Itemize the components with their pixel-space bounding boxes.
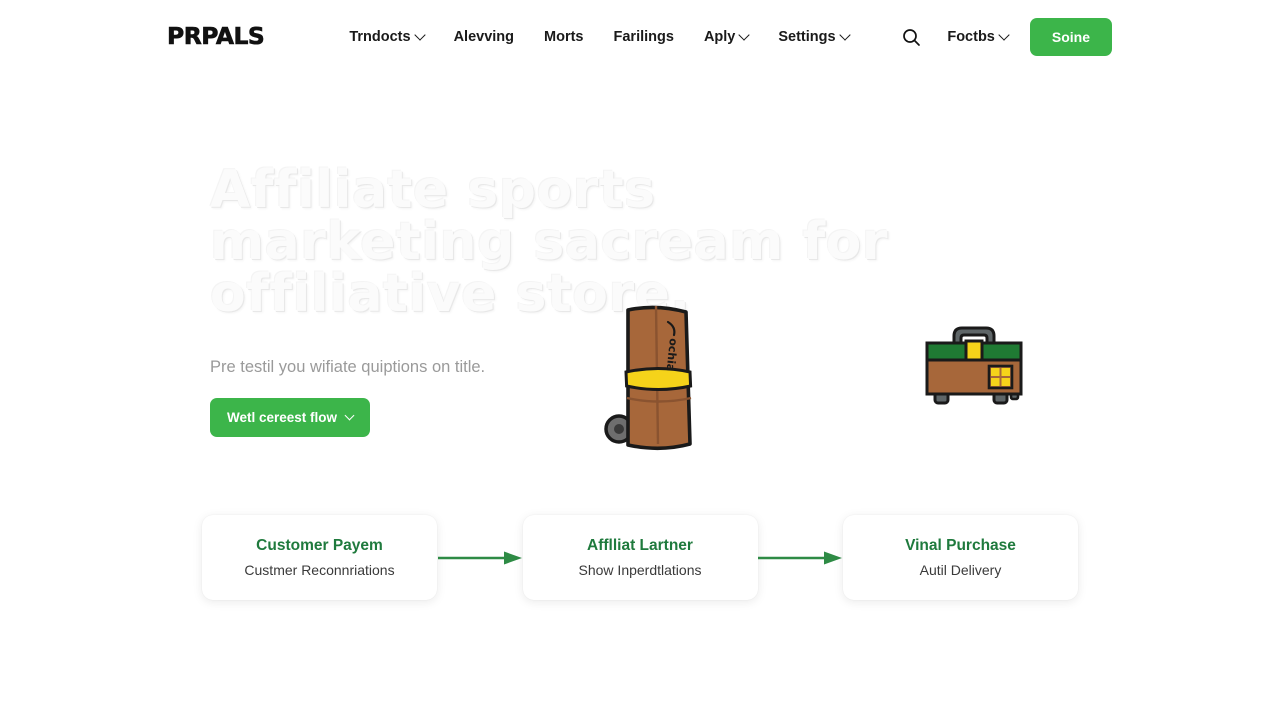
brand-logo[interactable]: PRPALS <box>167 24 265 51</box>
flow-diagram: Customer Payem Custmer Reconnriations Af… <box>202 515 1078 600</box>
nav-item-label: Settings <box>778 29 836 45</box>
flow-card-3[interactable]: Vinal Purchase Autil Delivery <box>843 515 1078 600</box>
arrow-right-icon <box>758 550 844 566</box>
search-icon[interactable] <box>901 26 923 48</box>
hero-section: Affiliate sports marketing sacream for o… <box>0 74 1280 451</box>
account-menu-label: Foctbs <box>947 29 995 45</box>
chevron-down-icon <box>838 29 851 41</box>
nav-item-label: Trndocts <box>349 29 411 45</box>
flow-card-2[interactable]: Afflliat Lartner Show Inperdtlations <box>522 515 758 600</box>
nav-item-morts[interactable]: Morts <box>544 29 583 45</box>
flow-card-title: Afflliat Lartner <box>587 537 693 554</box>
nav-item-label: Farilings <box>613 29 674 45</box>
flow-card-subtitle: Show Inperdtlations <box>578 562 702 578</box>
hero-subtitle: Pre testil you wifiate quiptions on titl… <box>210 358 486 376</box>
flow-card-subtitle: Custmer Reconnriations <box>244 562 395 578</box>
chevron-down-icon <box>998 29 1010 41</box>
flow-card-1[interactable]: Customer Payem Custmer Reconnriations <box>202 515 437 600</box>
hero-cta-button[interactable]: Wetl cereest flow <box>210 398 371 437</box>
nav-item-label: Alevving <box>453 29 515 45</box>
nav-item-trndocts[interactable]: Trndocts <box>349 29 426 45</box>
rolling-suitcase-illustration: ochia <box>592 286 712 461</box>
account-menu[interactable]: Foctbs <box>947 29 1010 45</box>
site-header: PRPALS Trndocts Alevving Morts Farilings… <box>0 0 1280 74</box>
hero-cta-label: Wetl cereest flow <box>227 410 338 425</box>
nav-item-settings[interactable]: Settings <box>778 29 851 45</box>
signin-button[interactable]: Soine <box>1029 18 1112 56</box>
nav-item-aply[interactable]: Aply <box>703 29 751 45</box>
nav-item-label: Aply <box>703 29 736 45</box>
page-title: Affiliate sports marketing sacream for o… <box>210 160 889 324</box>
chevron-down-icon <box>344 410 355 421</box>
flow-card-title: Vinal Purchase <box>905 537 1016 554</box>
chevron-down-icon <box>738 29 751 41</box>
toolbox-illustration <box>918 316 1030 421</box>
flow-card-title: Customer Payem <box>256 537 383 554</box>
nav-item-label: Morts <box>544 29 584 45</box>
nav-item-farilings[interactable]: Farilings <box>614 29 674 45</box>
nav-item-alevving[interactable]: Alevving <box>454 29 514 45</box>
arrow-right-icon <box>437 550 523 566</box>
flow-card-subtitle: Autil Delivery <box>919 562 1002 578</box>
chevron-down-icon <box>413 29 426 41</box>
header-actions: Foctbs Soine <box>947 18 1112 56</box>
primary-nav: Trndocts Alevving Morts Farilings Aply S… <box>349 26 922 48</box>
